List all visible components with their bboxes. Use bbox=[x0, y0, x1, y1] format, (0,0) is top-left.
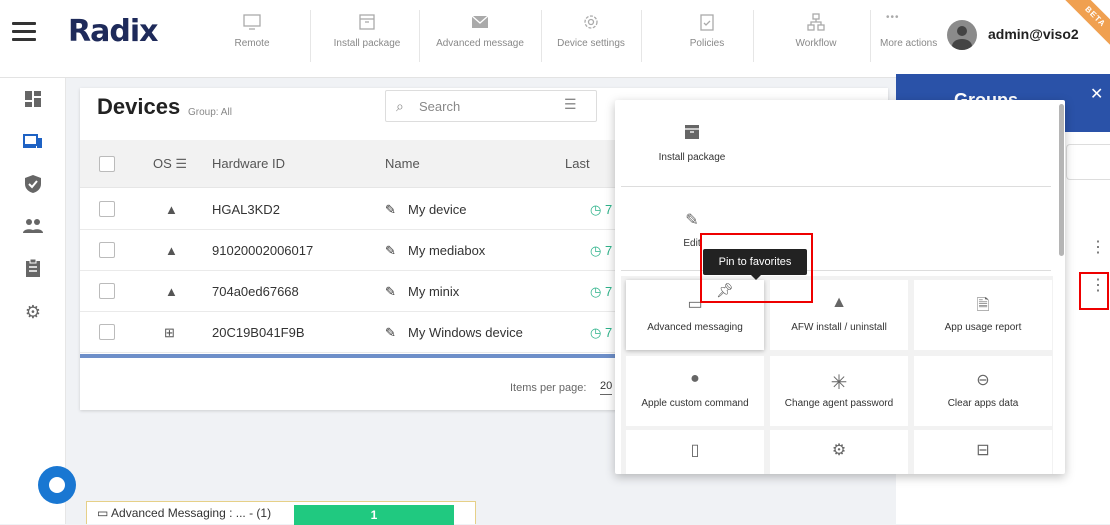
policies-button[interactable]: Policies bbox=[672, 12, 742, 64]
apple-icon: ● bbox=[690, 370, 700, 387]
edit-icon[interactable]: ✎ bbox=[385, 284, 396, 300]
edit-icon[interactable]: ✎ bbox=[385, 325, 396, 341]
gear-icon: ⚙ bbox=[831, 442, 847, 459]
search-input[interactable]: ⌕ Search ☰ bbox=[385, 90, 597, 122]
install-package-button[interactable]: Install package bbox=[326, 12, 408, 64]
clear-apps-data-action[interactable]: ⊖ Clear apps data bbox=[914, 356, 1052, 426]
edit-icon[interactable]: ✎ bbox=[385, 243, 396, 259]
advanced-message-button[interactable]: Advanced message bbox=[428, 12, 532, 64]
install-package-action[interactable]: Install package bbox=[623, 110, 761, 180]
clock-icon: ◷ 7 bbox=[590, 284, 613, 299]
device-settings-button[interactable]: Device settings bbox=[550, 12, 632, 64]
envelope-icon bbox=[428, 12, 532, 38]
asterisk-icon: ✳ bbox=[830, 372, 848, 394]
kebab-menu-icon[interactable]: ⋮ bbox=[1090, 240, 1106, 256]
column-name[interactable]: Name bbox=[385, 156, 420, 171]
gear-icon bbox=[550, 12, 632, 38]
apple-custom-command-action[interactable]: ● Apple custom command bbox=[626, 356, 764, 426]
clipboard-icon bbox=[672, 12, 742, 38]
side-nav: ⚙ bbox=[0, 78, 66, 524]
progress-count: 1 bbox=[294, 505, 454, 525]
remote-button[interactable]: Remote bbox=[222, 12, 282, 64]
avatar[interactable] bbox=[947, 20, 977, 50]
row-checkbox[interactable] bbox=[99, 201, 115, 217]
clock-icon: ◷ 7 bbox=[590, 202, 613, 217]
app-logo: Radix bbox=[68, 14, 158, 49]
chat-button[interactable] bbox=[38, 466, 76, 504]
android-icon: ▲ bbox=[165, 202, 178, 217]
page-title: Devices bbox=[97, 94, 181, 119]
more-action[interactable]: ⚙ bbox=[770, 430, 908, 474]
row-checkbox[interactable] bbox=[99, 242, 115, 258]
gear-icon[interactable]: ⚙ bbox=[21, 300, 45, 324]
more-action[interactable]: ▯ bbox=[626, 430, 764, 474]
items-per-page-label: Items per page: bbox=[510, 382, 587, 394]
more-actions-button[interactable]: ••• More actions bbox=[880, 12, 942, 64]
minus-circle-icon: ⊖ bbox=[976, 372, 990, 389]
message-icon: ▭ Advanced Messaging : ... - (1) bbox=[97, 506, 272, 520]
change-agent-password-action[interactable]: ✳ Change agent password bbox=[770, 356, 908, 426]
actions-menu: Install package ✎ Edit ▭ Advanced messag… bbox=[615, 100, 1065, 474]
app-usage-report-action[interactable]: 🗎︎ App usage report bbox=[914, 280, 1052, 350]
phone-icon: ▯ bbox=[690, 442, 700, 459]
clock-icon: ◷ 7 bbox=[590, 243, 613, 258]
monitor-icon bbox=[222, 12, 282, 38]
edit-icon[interactable]: ✎ bbox=[385, 202, 396, 218]
column-os[interactable]: OS ☰ bbox=[153, 156, 187, 172]
group-search-input[interactable] bbox=[1066, 144, 1110, 180]
android-icon: ▲ bbox=[165, 284, 178, 299]
windows-icon: ⊞ bbox=[164, 325, 175, 340]
more-action[interactable]: ⊟ bbox=[914, 430, 1052, 474]
workflow-icon bbox=[780, 12, 852, 38]
filter-icon: ☰ bbox=[175, 156, 188, 171]
items-per-page-select[interactable]: 20 bbox=[600, 380, 613, 395]
select-all-checkbox[interactable] bbox=[99, 156, 115, 172]
search-icon: ⌕ bbox=[396, 98, 404, 114]
menu-icon[interactable] bbox=[12, 22, 36, 42]
users-icon[interactable] bbox=[21, 216, 45, 240]
package-icon bbox=[623, 124, 761, 144]
clock-icon: ◷ 7 bbox=[590, 325, 613, 340]
minus-square-icon: ⊟ bbox=[976, 442, 990, 459]
package-icon bbox=[326, 12, 408, 38]
row-checkbox[interactable] bbox=[99, 283, 115, 299]
edit-icon: ✎ bbox=[685, 212, 699, 229]
filter-icon[interactable]: ☰ bbox=[564, 96, 577, 113]
highlight-pin bbox=[700, 233, 813, 303]
shield-icon[interactable] bbox=[21, 174, 45, 198]
document-icon: 🗎︎ bbox=[976, 297, 990, 314]
scrollbar[interactable] bbox=[1059, 104, 1064, 256]
column-last[interactable]: Last bbox=[565, 156, 590, 171]
column-hardware-id[interactable]: Hardware ID bbox=[212, 156, 285, 171]
close-icon[interactable]: ✕ bbox=[1090, 84, 1103, 104]
devices-icon[interactable] bbox=[21, 132, 45, 156]
user-name[interactable]: admin@viso2 bbox=[988, 26, 1079, 42]
clipboard-icon[interactable] bbox=[21, 258, 45, 282]
workflow-button[interactable]: Workflow bbox=[780, 12, 852, 64]
more-dots-icon: ••• bbox=[886, 12, 900, 23]
group-label[interactable]: Group: All bbox=[188, 107, 232, 118]
status-bar[interactable]: ▭ Advanced Messaging : ... - (1) 1 bbox=[86, 501, 476, 525]
highlight-kebab bbox=[1079, 272, 1109, 310]
dashboard-icon[interactable] bbox=[21, 90, 45, 114]
row-checkbox[interactable] bbox=[99, 324, 115, 340]
android-icon: ▲ bbox=[165, 243, 178, 258]
top-bar: Radix Remote Install package Advanced me… bbox=[0, 0, 1110, 78]
